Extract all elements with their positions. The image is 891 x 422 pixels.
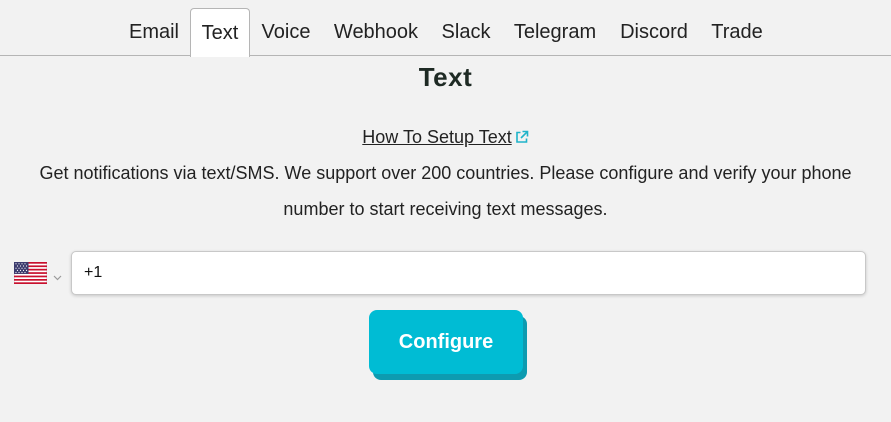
tab-slack[interactable]: Slack [434, 8, 498, 56]
tab-email[interactable]: Email [120, 8, 188, 56]
description-line-1: Get notifications via text/SMS. We suppo… [39, 163, 852, 183]
page-title: Text [418, 62, 473, 92]
how-to-setup-link[interactable]: How To Setup Text [362, 127, 511, 147]
tab-text[interactable]: Text [190, 8, 250, 57]
external-link-icon [515, 128, 529, 149]
description-line-2: number to start receiving text messages. [283, 199, 608, 219]
text-notification-page: Email Text Voice Webhook Slack Telegram … [0, 0, 891, 422]
us-flag-icon [13, 261, 48, 289]
tab-webhook[interactable]: Webhook [326, 8, 426, 56]
chevron-down-icon [53, 268, 62, 286]
setup-link-row: How To Setup Text [0, 127, 891, 149]
configure-button[interactable]: Configure [369, 310, 523, 374]
tab-telegram[interactable]: Telegram [506, 8, 604, 56]
description: Get notifications via text/SMS. We suppo… [0, 155, 891, 227]
tab-discord[interactable]: Discord [612, 8, 696, 56]
tab-voice[interactable]: Voice [254, 8, 318, 56]
notification-tabs: Email Text Voice Webhook Slack Telegram … [0, 0, 891, 57]
tab-trade[interactable]: Trade [704, 8, 770, 56]
phone-number-input[interactable] [71, 251, 866, 295]
country-select[interactable] [13, 261, 64, 289]
